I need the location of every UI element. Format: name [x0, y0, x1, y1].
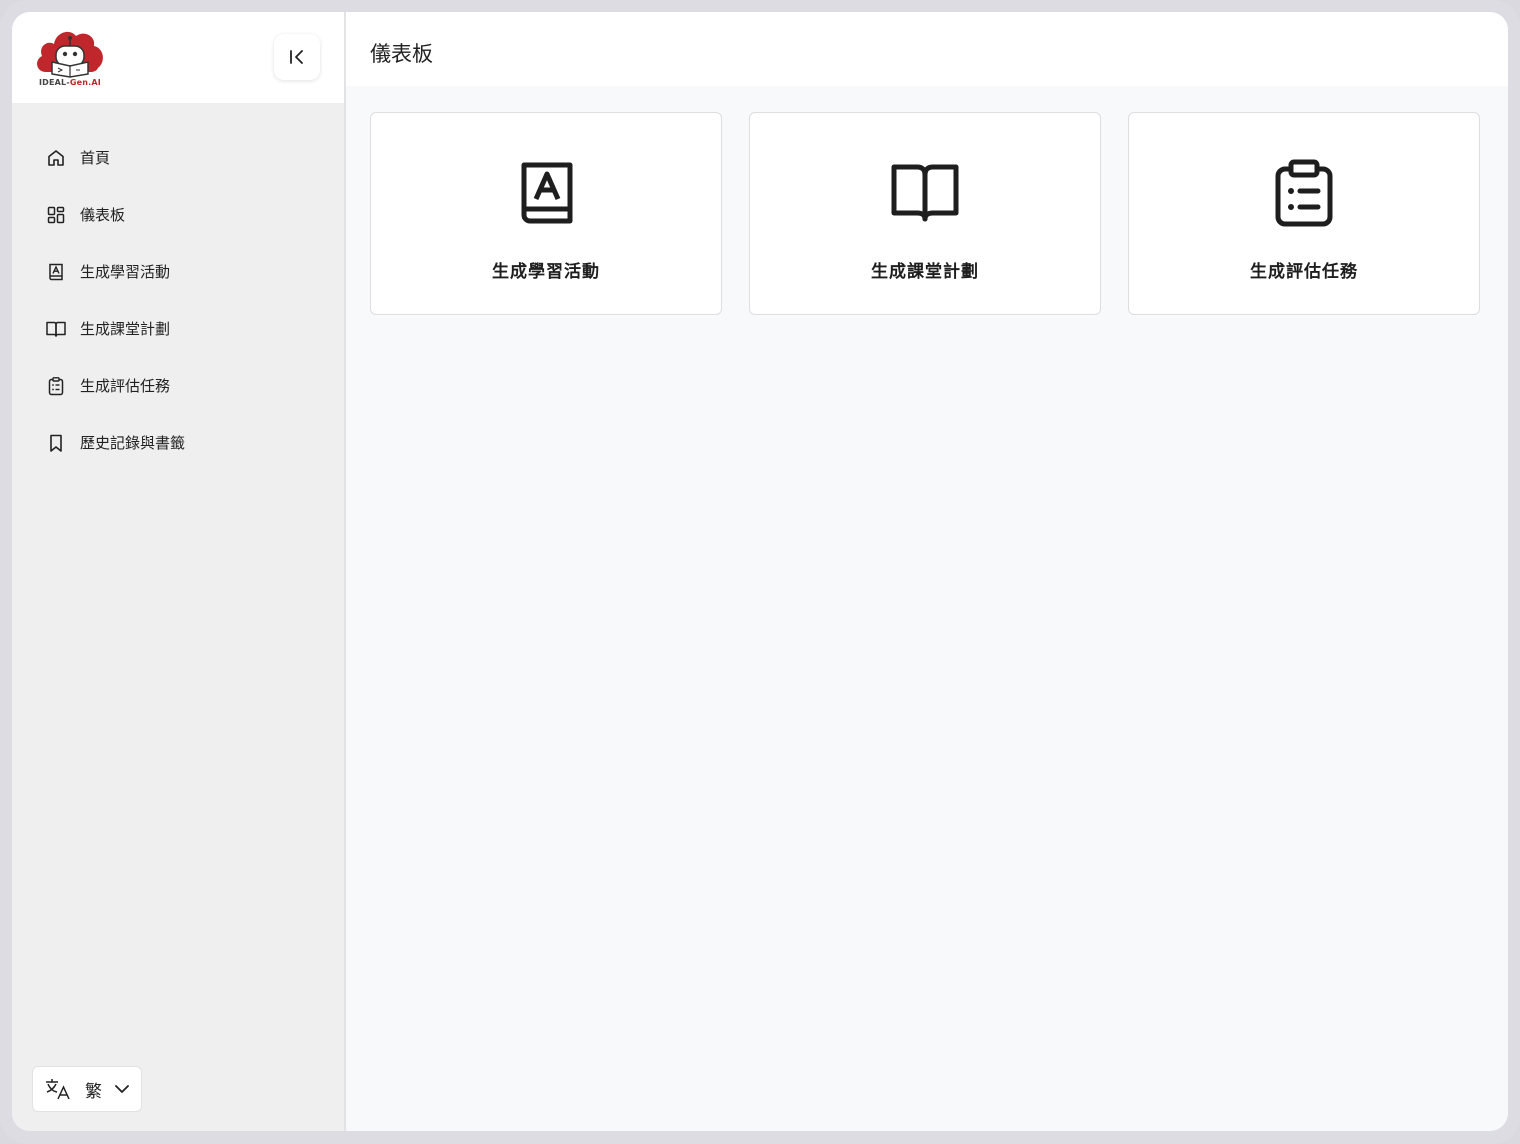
translate-icon [46, 1079, 70, 1100]
sidebar-item-history-bookmarks[interactable]: 歷史記錄與書籤 [12, 414, 344, 471]
home-icon [45, 147, 67, 169]
main-content: 儀表板 生成學習活動 生成課堂計劃 生成評估任務 [346, 12, 1508, 1131]
app-window: IDEAL-Gen.AI 首頁 儀表板 生成學習活動 生成課堂計劃 生成評估任務… [12, 12, 1508, 1131]
open-book-icon [45, 318, 67, 340]
letter-book-icon [45, 261, 67, 283]
sidebar-header: IDEAL-Gen.AI [12, 12, 344, 103]
page-title: 儀表板 [370, 42, 433, 66]
clipboard-list-icon [1268, 157, 1340, 229]
collapse-left-icon [290, 50, 303, 64]
card-label: 生成課堂計劃 [871, 262, 979, 282]
sidebar-item-assessment-task[interactable]: 生成評估任務 [12, 357, 344, 414]
sidebar-item-label: 歷史記錄與書籤 [80, 434, 186, 452]
card-assessment-task[interactable]: 生成評估任務 [1128, 112, 1480, 315]
cloud-robot-logo-icon [37, 31, 103, 78]
sidebar-nav: 首頁 儀表板 生成學習活動 生成課堂計劃 生成評估任務 歷史記錄與書籤 [12, 129, 344, 471]
chevron-down-icon [115, 1085, 129, 1093]
card-learning-activity[interactable]: 生成學習活動 [370, 112, 722, 315]
sidebar-item-home[interactable]: 首頁 [12, 129, 344, 186]
app-logo[interactable]: IDEAL-Gen.AI [34, 26, 106, 90]
card-label: 生成學習活動 [492, 262, 600, 282]
page-header: 儀表板 [346, 12, 1508, 86]
sidebar-item-label: 儀表板 [80, 206, 126, 224]
card-label: 生成評估任務 [1250, 262, 1358, 282]
sidebar: IDEAL-Gen.AI 首頁 儀表板 生成學習活動 生成課堂計劃 生成評估任務… [12, 12, 346, 1131]
logo-text: IDEAL-Gen.AI [38, 78, 101, 87]
dashboard-cards: 生成學習活動 生成課堂計劃 生成評估任務 [370, 112, 1480, 315]
dashboard-icon [45, 204, 67, 226]
sidebar-item-learning-activity[interactable]: 生成學習活動 [12, 243, 344, 300]
language-value: 繁 [85, 1081, 102, 1102]
card-lesson-plan[interactable]: 生成課堂計劃 [749, 112, 1101, 315]
bookmark-icon [45, 432, 67, 454]
sidebar-item-dashboard[interactable]: 儀表板 [12, 186, 344, 243]
clipboard-list-icon [45, 375, 67, 397]
sidebar-item-label: 生成課堂計劃 [80, 320, 171, 338]
letter-book-icon [510, 157, 582, 229]
sidebar-item-label: 生成評估任務 [80, 377, 171, 395]
language-select[interactable]: 繁 [32, 1066, 142, 1112]
collapse-sidebar-button[interactable] [274, 34, 320, 80]
device-frame: IDEAL-Gen.AI 首頁 儀表板 生成學習活動 生成課堂計劃 生成評估任務… [0, 0, 1520, 1144]
open-book-icon [889, 157, 961, 229]
sidebar-item-lesson-plan[interactable]: 生成課堂計劃 [12, 300, 344, 357]
sidebar-item-label: 生成學習活動 [80, 263, 171, 281]
sidebar-item-label: 首頁 [80, 149, 111, 167]
